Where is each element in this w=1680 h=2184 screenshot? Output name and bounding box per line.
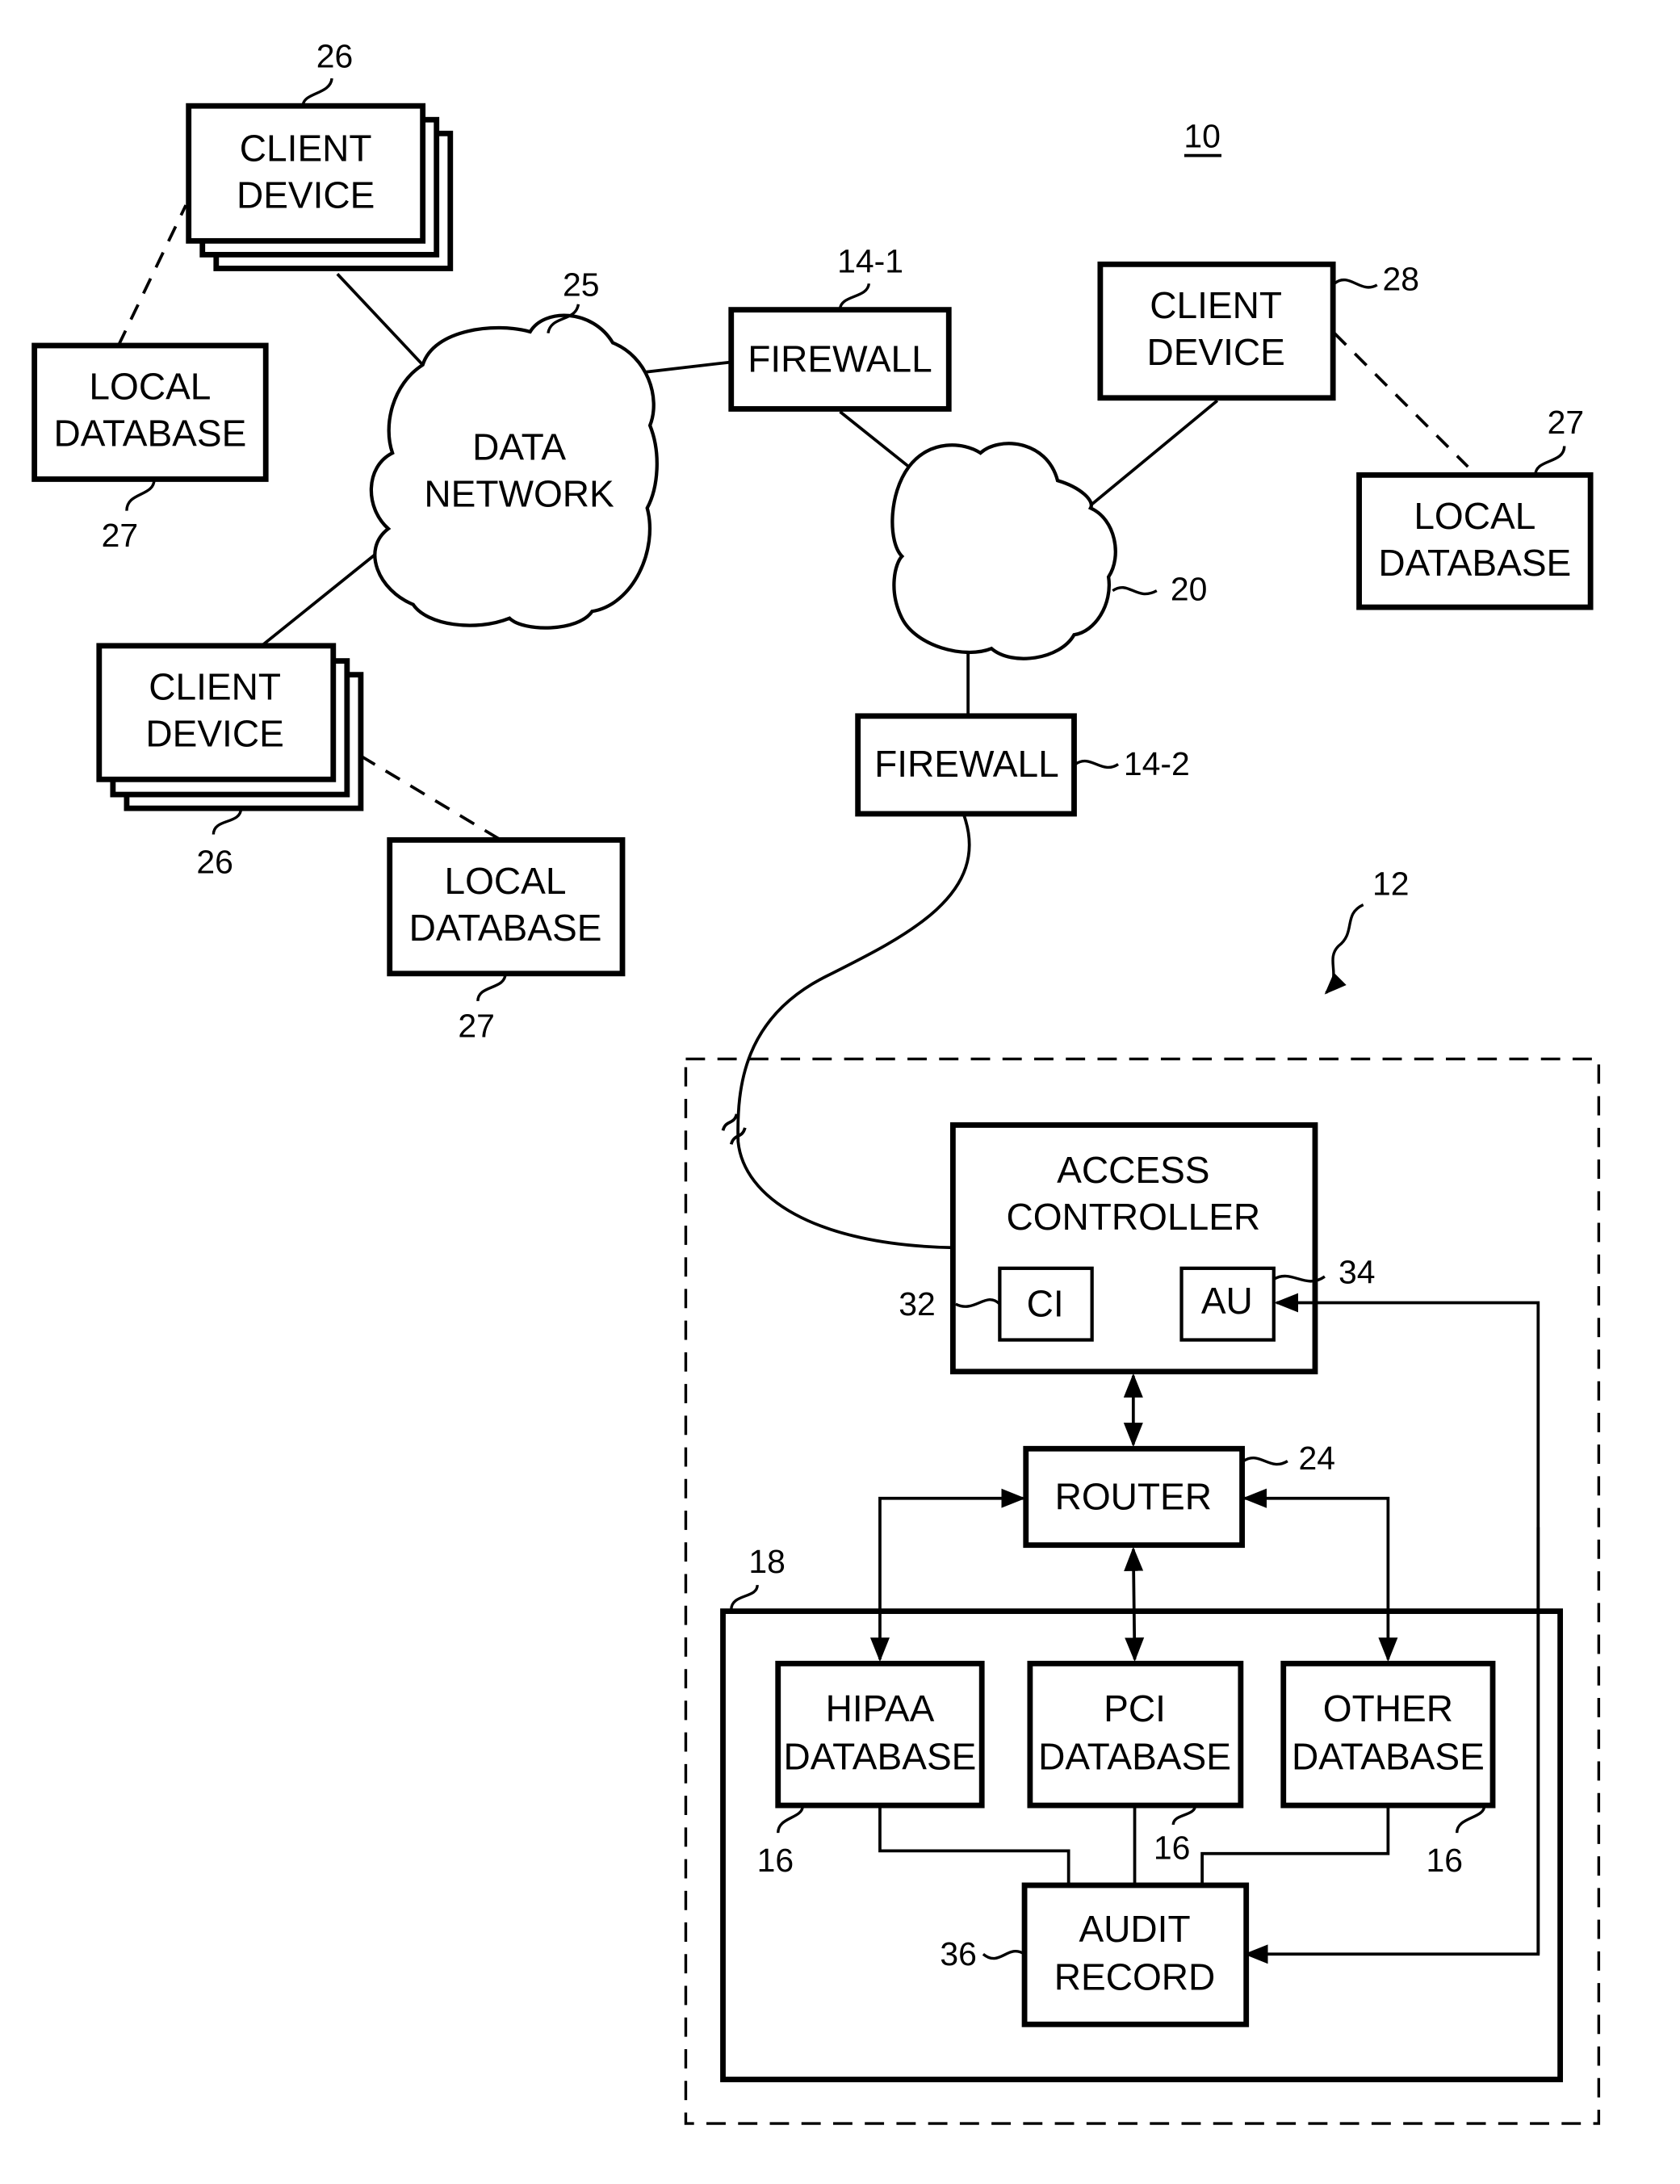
svg-text:CI: CI: [1027, 1283, 1064, 1325]
client-device-top[interactable]: CLIENT DEVICE 26: [186, 37, 454, 271]
local-database-right[interactable]: LOCAL DATABASE 27: [1356, 404, 1594, 610]
svg-text:DATABASE: DATABASE: [54, 413, 247, 455]
ref-14-1: 14-1: [837, 243, 903, 280]
svg-text:CONTROLLER: CONTROLLER: [1006, 1196, 1260, 1238]
svg-text:FIREWALL: FIREWALL: [874, 743, 1059, 785]
svg-text:DATABASE: DATABASE: [1038, 1736, 1231, 1778]
svg-text:DATABASE: DATABASE: [409, 907, 602, 949]
audit-feedback-line: [1243, 1293, 1540, 1964]
ref-20: 20: [1171, 571, 1208, 608]
local-database-bottom[interactable]: LOCAL DATABASE 27: [387, 836, 626, 1044]
ref-24: 24: [1299, 1440, 1336, 1477]
ref-16-pci: 16: [1154, 1830, 1191, 1867]
svg-text:HIPAA: HIPAA: [826, 1687, 935, 1729]
svg-text:LOCAL: LOCAL: [89, 366, 211, 408]
svg-text:AU: AU: [1201, 1280, 1253, 1322]
data-network-cloud[interactable]: DATA NETWORK 25: [369, 266, 659, 630]
svg-text:NETWORK: NETWORK: [424, 473, 614, 515]
svg-text:CLIENT: CLIENT: [240, 127, 372, 169]
ref-34: 34: [1339, 1254, 1376, 1291]
ref-36: 36: [940, 1935, 977, 1972]
link-firewall2-access-controller: [736, 815, 971, 1250]
client-device-bottom[interactable]: CLIENT DEVICE 26: [96, 643, 364, 880]
svg-text:ROUTER: ROUTER: [1055, 1475, 1212, 1517]
firewall-14-1[interactable]: FIREWALL 14-1: [728, 243, 952, 412]
link-client-right-dbright: [1333, 332, 1469, 468]
ref-28: 28: [1383, 261, 1420, 298]
svg-text:AUDIT: AUDIT: [1079, 1908, 1190, 1950]
svg-text:DEVICE: DEVICE: [1146, 331, 1284, 373]
firewall-14-2[interactable]: FIREWALL 14-2: [855, 713, 1190, 817]
break-mark: [721, 1113, 747, 1145]
svg-text:OTHER: OTHER: [1323, 1687, 1453, 1729]
svg-text:DATABASE: DATABASE: [784, 1736, 977, 1778]
svg-text:DEVICE: DEVICE: [237, 174, 375, 216]
hipaa-database[interactable]: HIPAA DATABASE 16: [757, 1660, 985, 1879]
svg-text:CLIENT: CLIENT: [1150, 284, 1282, 326]
link-dbleft-client-top: [117, 204, 187, 346]
ref-16-other: 16: [1427, 1842, 1464, 1879]
svg-text:LOCAL: LOCAL: [444, 860, 566, 902]
ref-18: 18: [748, 1543, 786, 1580]
ref-27-right: 27: [1548, 404, 1585, 441]
svg-text:PCI: PCI: [1104, 1687, 1166, 1729]
svg-text:ACCESS: ACCESS: [1057, 1149, 1209, 1191]
svg-text:DEVICE: DEVICE: [145, 712, 283, 754]
link-client-top-network: [336, 273, 425, 367]
svg-text:DATABASE: DATABASE: [1292, 1736, 1485, 1778]
client-device-right[interactable]: CLIENT DEVICE 28: [1097, 261, 1420, 401]
router[interactable]: ROUTER 24: [1023, 1440, 1336, 1549]
svg-text:12: 12: [1372, 866, 1410, 903]
svg-text:DATA: DATA: [472, 426, 566, 468]
ref-26-bottom: 26: [196, 843, 233, 880]
ref-16-hipaa: 16: [757, 1842, 794, 1879]
audit-record[interactable]: AUDIT RECORD 36: [940, 1882, 1250, 2027]
link-client-right-net20: [1089, 399, 1219, 507]
ref-27-bottom: 27: [458, 1007, 495, 1044]
svg-text:DATABASE: DATABASE: [1378, 542, 1571, 584]
svg-text:RECORD: RECORD: [1054, 1956, 1216, 1998]
ref-26-top: 26: [316, 37, 354, 74]
ref-12-indicator: 12: [1324, 866, 1410, 995]
svg-text:10: 10: [1184, 117, 1221, 154]
db-audit-connectors: [878, 1806, 1390, 1886]
network-diagram: 10 CLIENT DEVICE 26 LOCAL DATABASE 27 DA…: [31, 37, 1601, 2125]
svg-text:FIREWALL: FIREWALL: [748, 337, 932, 379]
link-client-bottom-dbbottom: [359, 754, 500, 840]
local-database-left[interactable]: LOCAL DATABASE 27: [31, 342, 269, 554]
figure-ref-10: 10: [1184, 117, 1221, 157]
ref-27-left: 27: [102, 517, 139, 554]
svg-text:LOCAL: LOCAL: [1414, 495, 1535, 537]
link-firewall1-net20: [839, 410, 910, 468]
network-cloud-20[interactable]: 20: [890, 442, 1208, 660]
svg-text:CLIENT: CLIENT: [149, 665, 281, 707]
ref-32: 32: [899, 1285, 936, 1323]
ref-25: 25: [563, 266, 600, 304]
ref-14-2: 14-2: [1124, 745, 1190, 782]
link-network-client-bottom: [260, 543, 390, 648]
